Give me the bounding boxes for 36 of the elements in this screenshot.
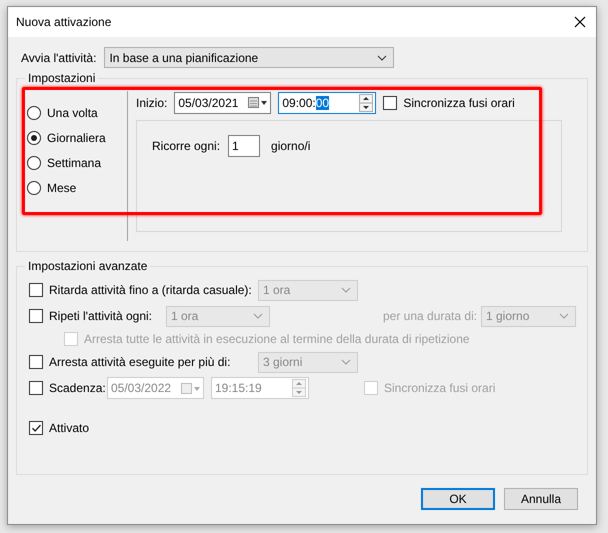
spin-buttons-icon[interactable] [359, 94, 374, 112]
repeat-checkbox[interactable]: Ripeti l'attività ogni: [29, 309, 166, 323]
recur-unit: giorno/i [271, 139, 310, 153]
chevron-icon [341, 287, 351, 293]
settings-legend: Impostazioni [25, 71, 98, 85]
expire-checkbox[interactable]: Scadenza: [29, 381, 107, 395]
expire-time-field[interactable]: 19:15:19 [211, 377, 309, 399]
chevron-icon [377, 54, 388, 60]
window-title: Nuova attivazione [16, 15, 112, 29]
chevron-icon [341, 359, 351, 365]
frequency-radio[interactable]: Una volta [27, 100, 127, 125]
delay-checkbox[interactable]: Ritarda attività fino a (ritarda casuale): [29, 283, 258, 297]
recur-input[interactable]: 1 [228, 135, 260, 157]
dialog-button[interactable]: Annulla [504, 488, 578, 510]
calendar-icon [181, 382, 201, 394]
dialog-button[interactable]: OK [421, 488, 495, 510]
start-time-field[interactable]: 09:00:00 [278, 92, 376, 114]
advanced-legend: Impostazioni avanzate [25, 259, 150, 273]
frequency-radio[interactable]: Giornaliera [27, 125, 127, 150]
expire-date-picker[interactable]: 05/03/2022 [107, 377, 204, 399]
stop-after-checkbox[interactable]: Arresta attività eseguite per più di: [29, 355, 258, 369]
check-icon [32, 424, 40, 432]
recur-label: Ricorre ogni: [152, 139, 220, 153]
start-task-label: Avvia l'attività: [21, 50, 96, 64]
frequency-radio[interactable]: Mese [27, 175, 127, 200]
chevron-icon [559, 313, 569, 319]
close-icon[interactable] [574, 16, 586, 28]
frequency-radio[interactable]: Settimana [27, 150, 127, 175]
duration-label: per una durata di: [383, 309, 478, 323]
chevron-icon [253, 313, 263, 319]
calendar-icon [248, 97, 268, 109]
enabled-checkbox[interactable]: Attivato [29, 421, 90, 435]
start-label: Inizio: [136, 96, 168, 110]
sync-timezones-checkbox[interactable]: Sincronizza fusi orari [383, 96, 515, 110]
start-task-dropdown[interactable]: In base a una pianificazione [104, 47, 394, 68]
start-date-picker[interactable]: 05/03/2021 [174, 92, 272, 114]
